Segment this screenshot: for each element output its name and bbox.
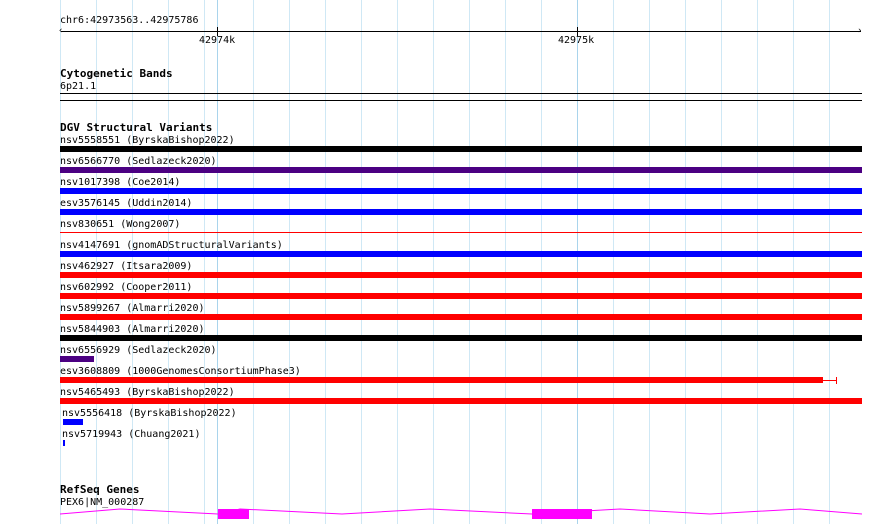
variant-feature[interactable] — [60, 335, 862, 341]
variant-feature[interactable] — [60, 209, 862, 215]
gridline — [505, 0, 506, 524]
variant-label: nsv4147691 (gnomADStructuralVariants) — [60, 240, 283, 251]
gridline — [685, 0, 686, 524]
variant-feature[interactable] — [60, 232, 862, 233]
variant-whisker — [823, 380, 837, 381]
variant-label: nsv602992 (Cooper2011) — [60, 282, 193, 293]
variant-feature[interactable] — [60, 146, 862, 152]
variant-feature[interactable] — [60, 272, 862, 278]
variant-feature[interactable] — [60, 251, 862, 257]
ruler-location: chr6:42973563..42975786 — [60, 15, 199, 26]
variant-label: nsv5558551 (ByrskaBishop2022) — [60, 135, 235, 146]
variant-label: esv3608809 (1000GenomesConsortiumPhase3) — [60, 366, 301, 377]
cytoband-track-title[interactable]: Cytogenetic Bands — [60, 68, 173, 80]
variant-label: nsv462927 (Itsara2009) — [60, 261, 193, 272]
gridline — [325, 0, 326, 524]
variant-label: nsv830651 (Wong2007) — [60, 219, 181, 230]
cytoband-band-bottom[interactable] — [60, 100, 862, 101]
gridline — [721, 0, 722, 524]
variant-feature[interactable] — [60, 314, 862, 320]
gene-intron-line[interactable] — [60, 505, 862, 524]
gridline — [469, 0, 470, 524]
gridline — [649, 0, 650, 524]
cytoband-label: 6p21.1 — [60, 81, 97, 92]
gridline — [397, 0, 398, 524]
gene-exon[interactable] — [218, 509, 249, 519]
genome-browser-view: chr6:42973563..42975786 ‹ › 42974k 42975… — [0, 0, 890, 524]
variant-label: nsv6556929 (Sedlazeck2020) — [60, 345, 217, 356]
variant-label: nsv5899267 (Almarri2020) — [60, 303, 205, 314]
gridline — [433, 0, 434, 524]
ruler-right-arrow-icon[interactable]: › — [857, 27, 862, 36]
gridline-major — [577, 0, 578, 524]
variant-label: nsv1017398 (Coe2014) — [60, 177, 181, 188]
gridline — [204, 0, 205, 524]
gridline — [361, 0, 362, 524]
gridline — [289, 0, 290, 524]
variant-feature[interactable] — [60, 293, 862, 299]
gridline — [613, 0, 614, 524]
gridline — [757, 0, 758, 524]
gridline — [253, 0, 254, 524]
ruler-tick-label: 42974k — [199, 35, 236, 46]
intron-connector — [60, 508, 862, 515]
refseq-track-title[interactable]: RefSeq Genes — [60, 484, 139, 496]
variant-feature[interactable] — [63, 419, 83, 425]
variant-feature[interactable] — [60, 188, 862, 194]
gridline — [829, 0, 830, 524]
variant-label: nsv5465493 (ByrskaBishop2022) — [60, 387, 235, 398]
variant-label: esv3576145 (Uddin2014) — [60, 198, 193, 209]
variant-feature[interactable] — [60, 167, 862, 173]
variant-whisker-cap — [836, 377, 837, 384]
gridline — [793, 0, 794, 524]
variant-feature[interactable] — [60, 377, 823, 383]
variant-feature[interactable] — [63, 440, 65, 446]
gene-exon[interactable] — [532, 509, 592, 519]
variant-label: nsv6566770 (Sedlazeck2020) — [60, 156, 217, 167]
variant-feature[interactable] — [60, 356, 94, 362]
variant-label: nsv5556418 (ByrskaBishop2022) — [62, 408, 237, 419]
dgv-track-title[interactable]: DGV Structural Variants — [60, 122, 212, 134]
ruler-left-arrow-icon[interactable]: ‹ — [58, 27, 63, 36]
variant-label: nsv5719943 (Chuang2021) — [62, 429, 201, 440]
ruler-line — [61, 31, 861, 32]
gridline — [541, 0, 542, 524]
variant-label: nsv5844903 (Almarri2020) — [60, 324, 205, 335]
gridline-major — [217, 0, 218, 524]
variant-feature[interactable] — [60, 398, 862, 404]
ruler-tick-label: 42975k — [558, 35, 595, 46]
cytoband-band-top[interactable] — [60, 93, 862, 94]
